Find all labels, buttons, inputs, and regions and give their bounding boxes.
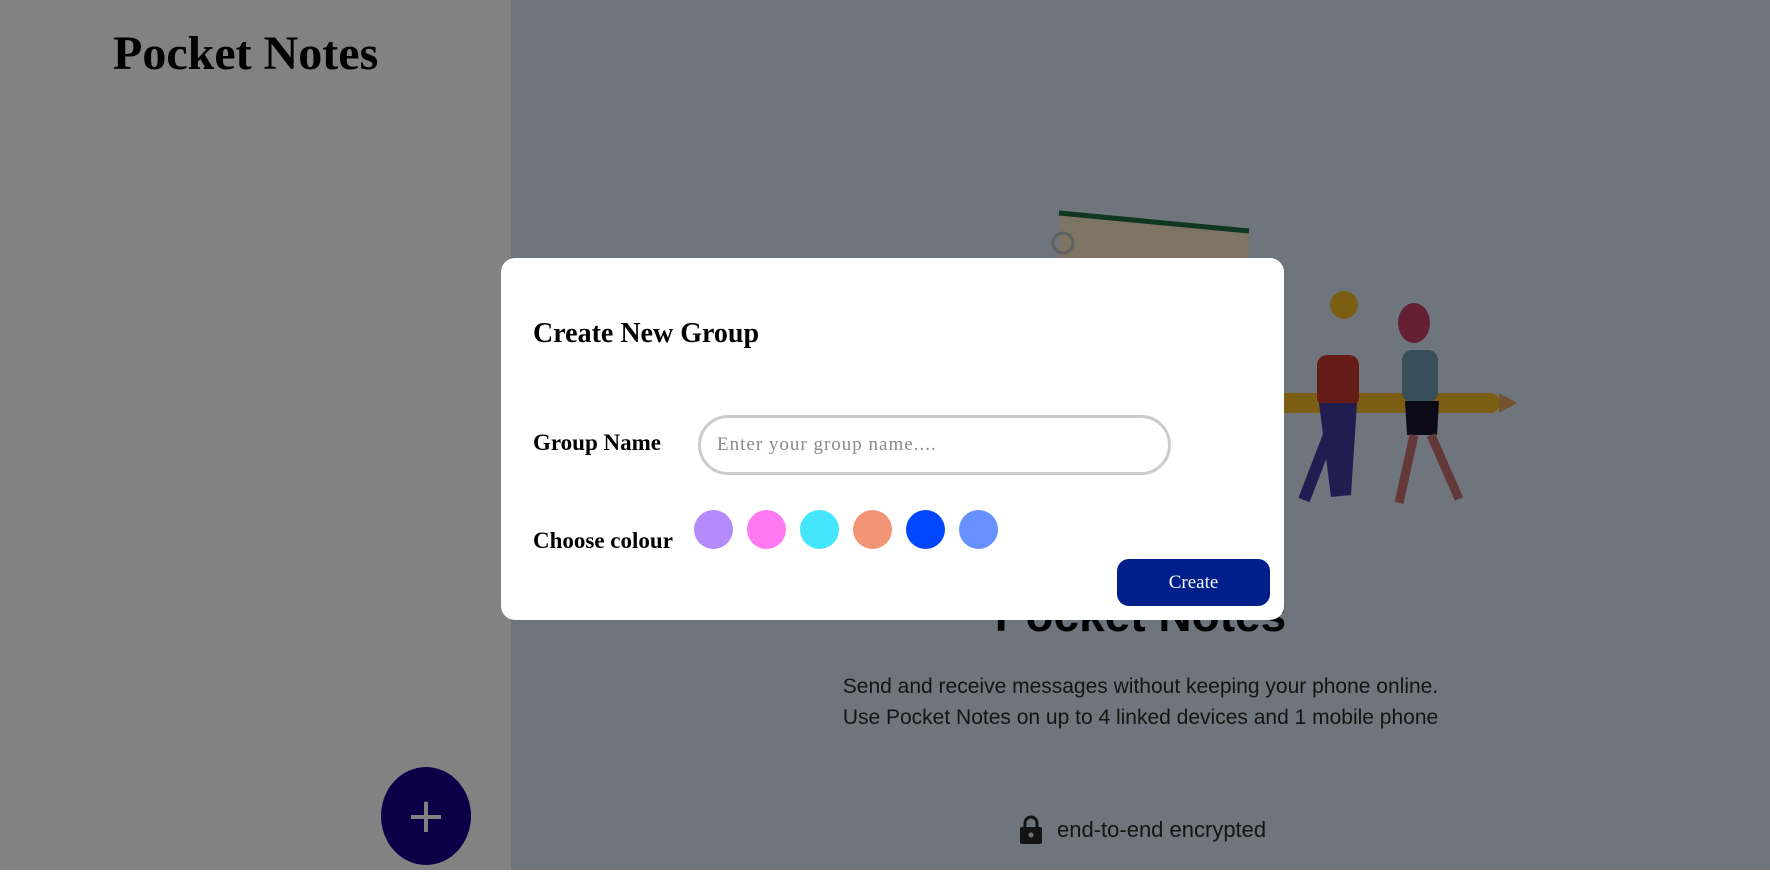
colour-swatch[interactable] (747, 510, 786, 549)
colour-swatch[interactable] (694, 510, 733, 549)
colour-swatch[interactable] (800, 510, 839, 549)
colour-swatch[interactable] (959, 510, 998, 549)
group-name-label: Group Name (533, 430, 661, 455)
choose-colour-label: Choose colour (533, 528, 673, 553)
create-button[interactable]: Create (1117, 559, 1270, 606)
colour-swatch[interactable] (853, 510, 892, 549)
colour-options (694, 510, 998, 549)
group-name-input[interactable] (698, 415, 1171, 475)
colour-swatch[interactable] (906, 510, 945, 549)
create-group-modal: Create New Group Group Name Choose colou… (501, 258, 1284, 620)
modal-title: Create New Group (533, 318, 760, 349)
